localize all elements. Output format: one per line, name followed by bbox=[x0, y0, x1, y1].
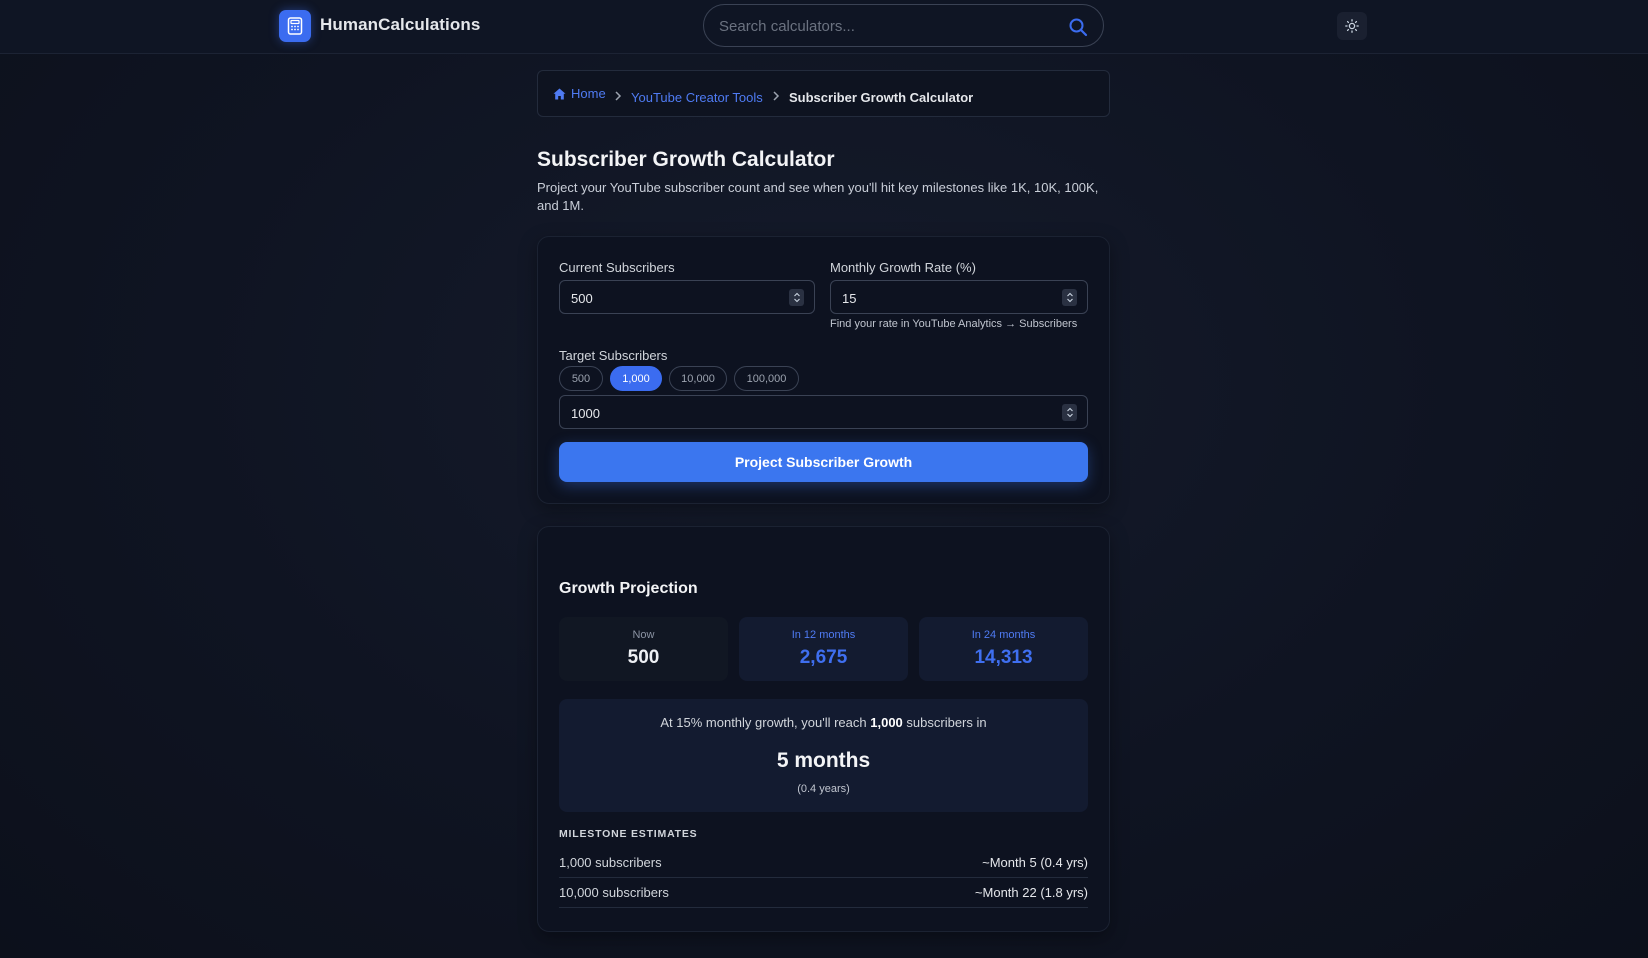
stepper-arrows-icon bbox=[1066, 407, 1073, 418]
theme-toggle-button[interactable] bbox=[1337, 12, 1367, 40]
summary-suffix: subscribers in bbox=[906, 715, 987, 730]
page-description: Project your YouTube subscriber count an… bbox=[537, 180, 1099, 213]
time-to-target-value: 5 months bbox=[776, 749, 871, 772]
stepper-arrows-icon bbox=[793, 292, 800, 303]
target-preset-100000[interactable]: 100,000 bbox=[734, 366, 799, 391]
current-subscribers-field bbox=[559, 280, 815, 314]
stat-now: Now 500 bbox=[559, 617, 728, 681]
target-subscribers-input[interactable] bbox=[571, 404, 993, 422]
target-subscribers-stepper[interactable] bbox=[1062, 404, 1077, 421]
target-preset-1000[interactable]: 1,000 bbox=[610, 366, 662, 391]
current-subscribers-input[interactable] bbox=[571, 289, 775, 307]
milestone-value: ~Month 22 (1.8 yrs) bbox=[974, 885, 1088, 900]
growth-rate-stepper[interactable] bbox=[1062, 289, 1077, 306]
target-preset-10000[interactable]: 10,000 bbox=[669, 366, 727, 391]
growth-rate-field bbox=[830, 280, 1088, 314]
time-to-target-summary: At 15% monthly growth, you'll reach 1,00… bbox=[559, 715, 1088, 730]
milestone-label: 10,000 subscribers bbox=[559, 885, 669, 900]
stat-value: 14,313 bbox=[974, 647, 1033, 668]
chevron-right-icon bbox=[773, 91, 780, 101]
growth-rate-hint: Find your rate in YouTube Analytics → Su… bbox=[830, 318, 1078, 330]
growth-rate-input[interactable] bbox=[842, 289, 1047, 307]
stat-24-months: In 24 months 14,313 bbox=[919, 617, 1088, 681]
summary-prefix: At 15% monthly growth, you'll reach bbox=[660, 715, 867, 730]
milestone-label: 1,000 subscribers bbox=[559, 855, 662, 870]
stat-value: 500 bbox=[627, 647, 660, 668]
current-subscribers-label: Current Subscribers bbox=[559, 260, 675, 275]
stat-12-months: In 12 months 2,675 bbox=[739, 617, 908, 681]
target-preset-500[interactable]: 500 bbox=[559, 366, 603, 391]
milestone-row: 10,000 subscribers ~Month 22 (1.8 yrs) bbox=[559, 878, 1088, 908]
target-subscribers-field bbox=[559, 395, 1088, 429]
search-icon[interactable] bbox=[1067, 16, 1089, 38]
milestone-row: 1,000 subscribers ~Month 5 (0.4 yrs) bbox=[559, 848, 1088, 878]
project-growth-button[interactable]: Project Subscriber Growth bbox=[559, 442, 1088, 482]
stat-label: In 24 months bbox=[971, 629, 1036, 641]
home-icon bbox=[553, 88, 566, 99]
time-to-target-box: At 15% monthly growth, you'll reach 1,00… bbox=[559, 699, 1088, 812]
milestone-value: ~Month 5 (0.4 yrs) bbox=[982, 855, 1088, 870]
stepper-arrows-icon bbox=[1066, 292, 1073, 303]
breadcrumb-category-link[interactable]: YouTube Creator Tools bbox=[631, 90, 763, 105]
page-title: Subscriber Growth Calculator bbox=[537, 148, 835, 171]
results-title: Growth Projection bbox=[559, 580, 698, 597]
stat-label: In 12 months bbox=[791, 629, 856, 641]
search-input[interactable] bbox=[719, 16, 1049, 36]
breadcrumb-home-link[interactable]: Home bbox=[553, 86, 606, 101]
target-subscribers-label: Target Subscribers bbox=[559, 348, 668, 363]
calculator-logo-icon[interactable] bbox=[279, 10, 311, 42]
top-navbar: HumanCalculations bbox=[0, 0, 1648, 54]
search-bar bbox=[703, 4, 1104, 47]
brand-name[interactable]: HumanCalculations bbox=[320, 15, 480, 35]
breadcrumb-home-label: Home bbox=[571, 86, 606, 101]
sun-icon bbox=[1345, 19, 1359, 33]
time-to-target-years: (0.4 years) bbox=[797, 783, 850, 795]
chevron-right-icon bbox=[615, 91, 622, 101]
milestones-heading: MILESTONE ESTIMATES bbox=[559, 828, 698, 840]
growth-rate-label: Monthly Growth Rate (%) bbox=[830, 260, 976, 275]
breadcrumb-current: Subscriber Growth Calculator bbox=[789, 90, 974, 105]
breadcrumb: Home YouTube Creator Tools Subscriber Gr… bbox=[537, 70, 1110, 117]
current-subscribers-stepper[interactable] bbox=[789, 289, 804, 306]
stat-value: 2,675 bbox=[799, 647, 848, 668]
stat-label: Now bbox=[632, 629, 655, 641]
summary-target: 1,000 bbox=[870, 715, 903, 730]
